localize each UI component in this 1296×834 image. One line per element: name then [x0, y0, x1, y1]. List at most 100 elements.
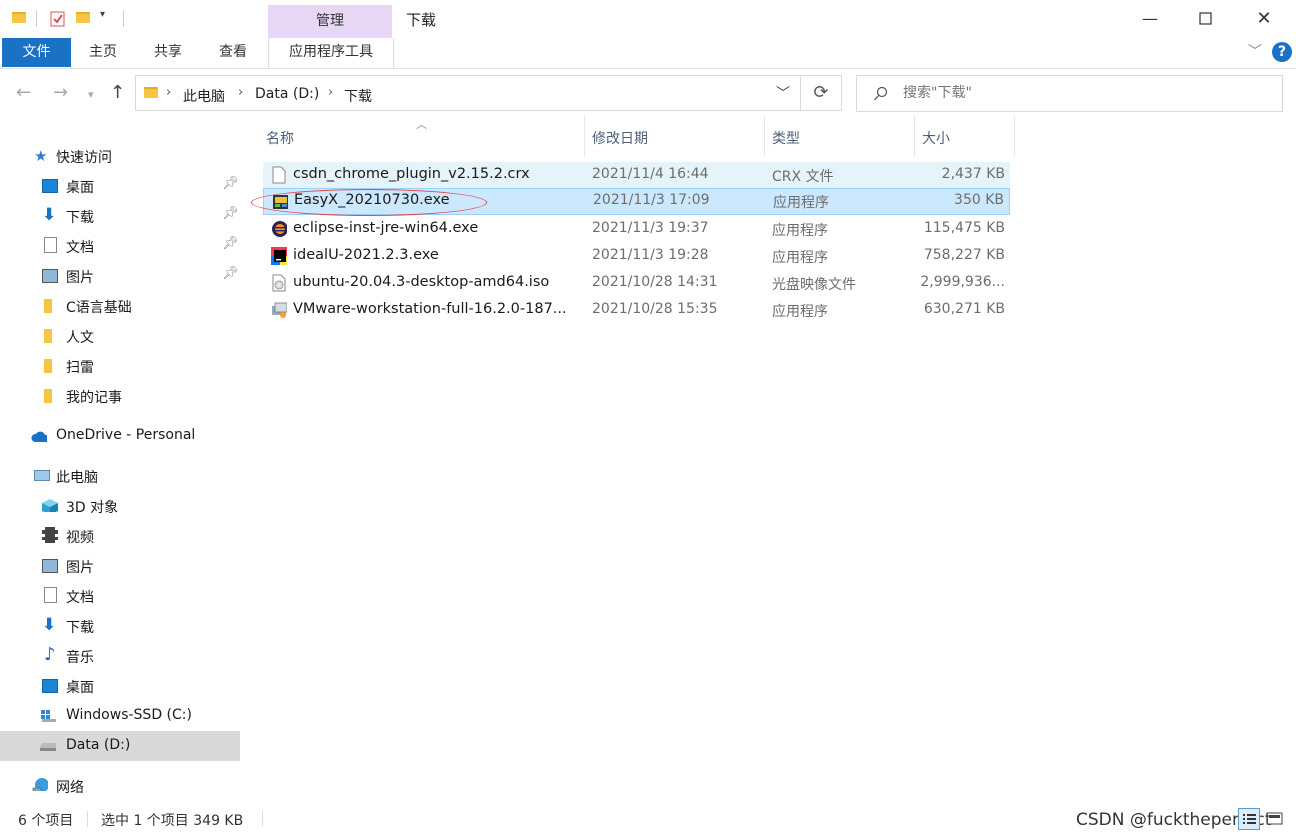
breadcrumb-this-pc[interactable]: 此电脑: [183, 86, 225, 106]
star-icon: ★: [34, 147, 48, 165]
manage-context-tab[interactable]: 管理: [268, 5, 392, 38]
customize-qat-chevron-icon[interactable]: ▾: [100, 9, 114, 23]
nav-this-pc[interactable]: 此电脑: [0, 462, 240, 491]
pin-icon[interactable]: 📌︎: [222, 266, 239, 281]
file-size: 2,999,936...: [920, 274, 1005, 290]
file-type: 应用程序: [772, 223, 828, 239]
selection-info: 选中 1 个项目 349 KB: [101, 813, 244, 829]
download-arrow-icon: ⬇: [42, 615, 57, 635]
file-row[interactable]: idealU-2021.2.3.exe 2021/11/3 19:28 应用程序…: [263, 243, 1010, 269]
nav-label: 下载: [66, 620, 94, 636]
nav-label: 快速访问: [56, 150, 112, 166]
ribbon-tab-bar: 文件 主页 共享 查看 应用程序工具 ﹀ ?: [0, 38, 1296, 69]
nav-label: 桌面: [66, 180, 94, 196]
nav-item-music[interactable]: ♪ 音乐: [0, 642, 240, 671]
nav-label: 下载: [66, 210, 94, 226]
refresh-icon[interactable]: ⟳: [801, 75, 842, 111]
nav-quick-access[interactable]: ★ 快速访问: [0, 142, 240, 171]
column-header-size[interactable]: 大小: [922, 128, 950, 148]
nav-label: 文档: [66, 240, 94, 256]
nav-item-pictures-pc[interactable]: 图片: [0, 552, 240, 581]
column-header-date[interactable]: 修改日期: [592, 128, 648, 148]
search-icon: [874, 86, 888, 101]
file-row[interactable]: eclipse-inst-jre-win64.exe 2021/11/3 19:…: [263, 216, 1010, 242]
nav-item-documents-pc[interactable]: 文档: [0, 582, 240, 611]
file-date: 2021/11/3 19:37: [592, 220, 709, 236]
breadcrumb-data-drive[interactable]: Data (D:): [255, 86, 319, 102]
pin-icon[interactable]: 📌︎: [222, 206, 239, 221]
nav-item-downloads[interactable]: ⬇ 下载 📌︎: [0, 202, 240, 231]
nav-label: 音乐: [66, 650, 94, 666]
nav-label: 视频: [66, 530, 94, 546]
nav-label: 图片: [66, 270, 94, 286]
nav-item-documents[interactable]: 文档 📌︎: [0, 232, 240, 261]
tab-file[interactable]: 文件: [2, 38, 71, 67]
file-type: 光盘映像文件: [772, 277, 856, 293]
search-box[interactable]: [856, 75, 1283, 112]
nav-item-videos[interactable]: 视频: [0, 522, 240, 551]
column-header-type[interactable]: 类型: [772, 128, 800, 148]
nav-item-minesweeper[interactable]: 扫雷: [0, 352, 240, 381]
nav-item-c-basics[interactable]: C语言基础: [0, 292, 240, 321]
maximize-icon[interactable]: [1183, 0, 1229, 38]
search-input[interactable]: [901, 84, 1265, 102]
file-row[interactable]: VMware-workstation-full-16.2.0-187... 20…: [263, 297, 1010, 323]
properties-icon[interactable]: [50, 11, 65, 27]
column-header-name[interactable]: 名称: [266, 128, 294, 148]
file-name: VMware-workstation-full-16.2.0-187...: [293, 301, 567, 317]
help-icon[interactable]: ?: [1272, 42, 1292, 62]
pictures-icon: [42, 559, 58, 573]
file-type: CRX 文件: [772, 169, 834, 185]
breadcrumb-chevron-icon[interactable]: ›: [328, 85, 333, 100]
nav-item-notes[interactable]: 我的记事: [0, 382, 240, 411]
nav-item-downloads-pc[interactable]: ⬇ 下载: [0, 612, 240, 641]
tab-application-tools[interactable]: 应用程序工具: [268, 38, 394, 68]
nav-label: 网络: [56, 780, 84, 796]
nav-label: OneDrive - Personal: [56, 427, 196, 443]
tab-home[interactable]: 主页: [82, 38, 124, 67]
tab-view[interactable]: 查看: [211, 38, 255, 67]
breadcrumb-downloads[interactable]: 下载: [344, 86, 372, 106]
nav-item-drive-c[interactable]: Windows-SSD (C:): [0, 702, 240, 731]
recent-locations-chevron-icon[interactable]: ▾: [88, 88, 94, 101]
expand-ribbon-chevron-icon[interactable]: ﹀: [1248, 41, 1262, 61]
nav-item-3d-objects[interactable]: 3D 对象: [0, 492, 240, 521]
nav-item-desktop[interactable]: 桌面 📌︎: [0, 172, 240, 201]
file-row[interactable]: ubuntu-20.04.3-desktop-amd64.iso 2021/10…: [263, 270, 1010, 296]
file-date: 2021/11/3 19:28: [592, 247, 709, 263]
eclipse-icon: [272, 221, 287, 237]
music-note-icon: ♪: [44, 644, 56, 665]
nav-item-desktop-pc[interactable]: 桌面: [0, 672, 240, 701]
forward-arrow-icon[interactable]: →: [53, 82, 68, 103]
up-arrow-icon[interactable]: ↑: [110, 82, 125, 103]
close-icon[interactable]: ✕: [1241, 0, 1287, 38]
nav-item-drive-d[interactable]: Data (D:): [0, 731, 240, 761]
file-size: 2,437 KB: [941, 166, 1005, 182]
file-name: ubuntu-20.04.3-desktop-amd64.iso: [293, 274, 550, 290]
breadcrumb-chevron-icon[interactable]: ›: [238, 85, 243, 100]
breadcrumb-chevron-icon[interactable]: ›: [166, 85, 171, 100]
nav-item-humanities[interactable]: 人文: [0, 322, 240, 351]
blank-file-icon: [272, 166, 286, 184]
nav-network[interactable]: 网络: [0, 772, 240, 801]
address-history-chevron-icon[interactable]: ﹀: [776, 83, 790, 103]
nav-label: 此电脑: [56, 470, 98, 486]
folder-icon[interactable]: [12, 11, 26, 25]
file-row[interactable]: csdn_chrome_plugin_v2.15.2.crx 2021/11/4…: [263, 162, 1010, 188]
nav-label: 我的记事: [66, 390, 122, 406]
nav-onedrive[interactable]: OneDrive - Personal: [0, 422, 240, 451]
large-icons-view-icon[interactable]: [1264, 808, 1286, 830]
window-title: 下载: [406, 11, 437, 29]
tab-share[interactable]: 共享: [146, 38, 190, 67]
cloud-icon: [31, 431, 47, 442]
status-bar: 6 个项目 选中 1 个项目 349 KB CSDN @fucktheperfe…: [0, 804, 1296, 834]
new-folder-icon[interactable]: [76, 11, 90, 25]
pin-icon[interactable]: 📌︎: [222, 236, 239, 251]
nav-label: 人文: [66, 330, 94, 346]
details-view-icon[interactable]: [1238, 808, 1260, 830]
pin-icon[interactable]: 📌︎: [222, 176, 239, 191]
address-bar[interactable]: › 此电脑 › Data (D:) › 下载 ﹀: [135, 75, 801, 111]
minimize-icon[interactable]: —: [1127, 0, 1173, 38]
back-arrow-icon[interactable]: ←: [16, 82, 31, 103]
nav-item-pictures[interactable]: 图片 📌︎: [0, 262, 240, 291]
